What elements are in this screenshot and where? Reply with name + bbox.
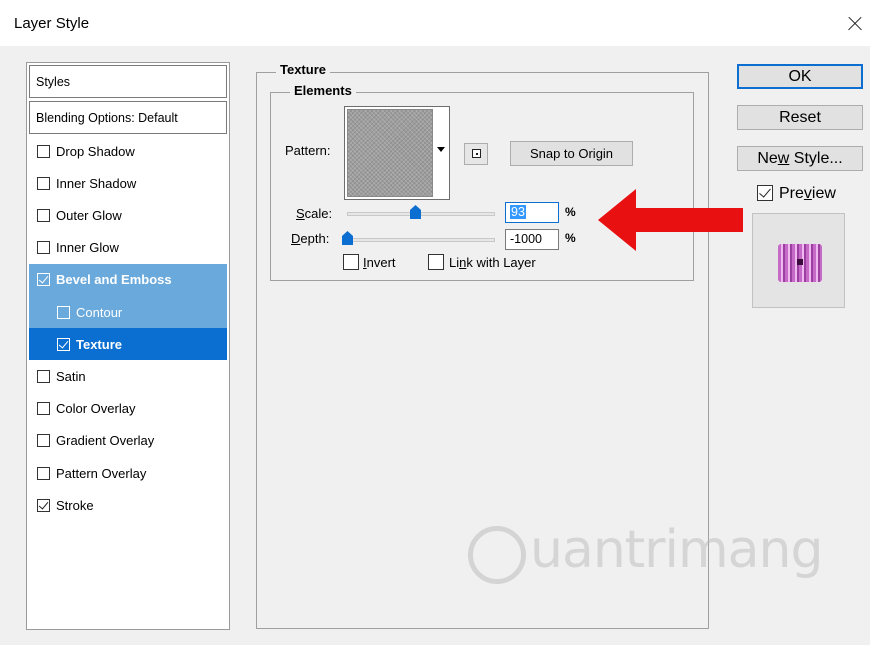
style-item-label: Inner Glow xyxy=(56,240,119,256)
scale-slider-thumb[interactable] xyxy=(410,205,422,219)
style-item-label: Stroke xyxy=(56,497,94,513)
style-item-label: Texture xyxy=(76,336,122,352)
new-style-label: New Style... xyxy=(757,149,843,167)
ok-label: OK xyxy=(788,67,812,85)
style-item-texture[interactable]: Texture xyxy=(29,328,227,361)
invert-checkbox[interactable] xyxy=(343,254,359,270)
preview-thumbnail xyxy=(778,244,822,282)
style-item-checkbox[interactable] xyxy=(37,144,50,158)
style-preview xyxy=(752,213,845,308)
dialog-title: Layer Style xyxy=(14,15,90,32)
link-with-layer-checkbox[interactable] xyxy=(428,254,444,270)
style-item-checkbox[interactable] xyxy=(37,434,50,448)
preview-label: Preview xyxy=(779,185,836,202)
depth-input[interactable]: -1000 xyxy=(505,229,559,250)
style-item-contour[interactable]: Contour xyxy=(29,296,227,328)
blending-options[interactable]: Blending Options: Default xyxy=(29,101,227,134)
style-item-checkbox[interactable] xyxy=(37,498,50,512)
new-preset-button[interactable] xyxy=(464,143,488,165)
new-preset-icon xyxy=(472,149,481,158)
style-item-checkbox[interactable] xyxy=(37,273,50,287)
style-item-drop-shadow[interactable]: Drop Shadow xyxy=(29,135,227,167)
invert-label: Invert xyxy=(363,255,396,270)
style-item-label: Color Overlay xyxy=(56,401,136,417)
texture-group-title: Texture xyxy=(276,62,330,77)
reset-button[interactable]: Reset xyxy=(737,105,863,130)
red-arrow-annotation xyxy=(598,189,743,251)
style-item-label: Outer Glow xyxy=(56,207,122,223)
scale-label: Scale: xyxy=(296,206,333,221)
link-with-layer-label: Link with Layer xyxy=(449,255,536,270)
style-item-color-overlay[interactable]: Color Overlay xyxy=(29,393,227,425)
style-item-checkbox[interactable] xyxy=(37,208,50,222)
style-item-label: Gradient Overlay xyxy=(56,433,155,449)
style-item-inner-shadow[interactable]: Inner Shadow xyxy=(29,167,227,199)
styles-header[interactable]: Styles xyxy=(29,65,227,98)
new-style-button[interactable]: New Style... xyxy=(737,146,863,171)
preview-checkbox[interactable] xyxy=(757,185,773,201)
depth-percent: % xyxy=(565,231,576,245)
reset-label: Reset xyxy=(779,108,821,126)
scale-percent: % xyxy=(565,205,576,219)
title-bar: Layer Style xyxy=(0,0,870,46)
style-item-label: Drop Shadow xyxy=(56,143,135,159)
style-item-pattern-overlay[interactable]: Pattern Overlay xyxy=(29,457,227,489)
style-item-label: Pattern Overlay xyxy=(56,465,147,481)
depth-slider-track[interactable] xyxy=(347,238,495,242)
close-icon[interactable] xyxy=(840,8,870,38)
depth-label: Depth: xyxy=(291,231,330,246)
pattern-preview xyxy=(347,109,433,197)
style-item-checkbox[interactable] xyxy=(37,402,50,416)
pattern-label: Pattern: xyxy=(285,143,331,158)
style-item-checkbox[interactable] xyxy=(37,176,50,190)
style-item-checkbox[interactable] xyxy=(37,241,50,255)
style-item-label: Contour xyxy=(76,304,123,320)
style-item-label: Satin xyxy=(56,368,86,384)
style-item-gradient-overlay[interactable]: Gradient Overlay xyxy=(29,425,227,457)
styles-list: Styles Blending Options: Default Drop Sh… xyxy=(26,62,230,630)
snap-to-origin-label: Snap to Origin xyxy=(529,146,614,161)
style-item-outer-glow[interactable]: Outer Glow xyxy=(29,199,227,231)
layer-style-dialog: Layer Style Styles Blending Options: Def… xyxy=(0,0,870,645)
depth-slider-thumb[interactable] xyxy=(342,231,353,245)
elements-group-title: Elements xyxy=(290,83,356,98)
snap-to-origin-button[interactable]: Snap to Origin xyxy=(510,141,633,166)
style-item-inner-glow[interactable]: Inner Glow xyxy=(29,232,227,264)
lightbulb-icon xyxy=(468,526,526,584)
pattern-picker[interactable] xyxy=(344,106,450,200)
watermark: uantrimang xyxy=(530,520,823,580)
style-item-stroke[interactable]: Stroke xyxy=(29,489,227,521)
style-item-satin[interactable]: Satin xyxy=(29,360,227,392)
style-item-checkbox[interactable] xyxy=(57,337,70,351)
scale-input[interactable]: 93 xyxy=(505,202,559,223)
style-item-bevel-and-emboss[interactable]: Bevel and Emboss xyxy=(29,263,227,296)
style-item-checkbox[interactable] xyxy=(37,466,50,480)
ok-button[interactable]: OK xyxy=(737,64,863,89)
style-item-label: Bevel and Emboss xyxy=(56,272,172,288)
style-item-label: Inner Shadow xyxy=(56,175,137,191)
style-item-checkbox[interactable] xyxy=(57,305,70,319)
chevron-down-icon[interactable] xyxy=(437,147,445,152)
style-item-checkbox[interactable] xyxy=(37,369,50,383)
